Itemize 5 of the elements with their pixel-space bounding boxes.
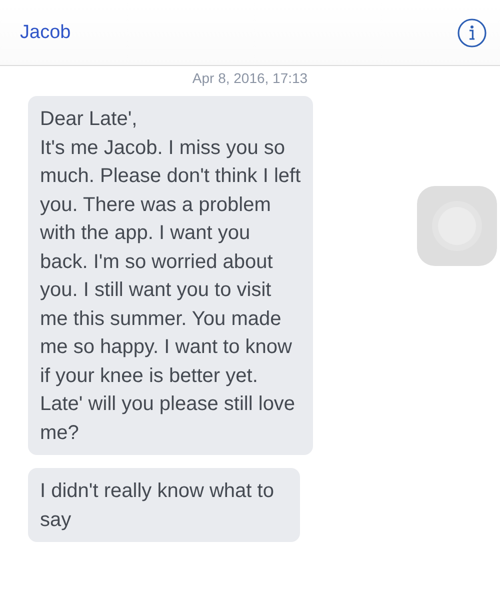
info-icon[interactable] xyxy=(457,18,487,48)
message-bubble: Dear Late', It's me Jacob. I miss you so much. Please don't think I left you. There was a problem with the app. I want you back. I'm so worried about you. I still want you to visit me this summer. You made me so happy. I want to know if your knee is better yet. Late' will you please still love me? xyxy=(28,96,313,455)
contact-name[interactable]: Jacob xyxy=(20,22,71,44)
timestamp: Apr 8, 2016, 17:13 xyxy=(191,70,309,86)
message-bubble: I didn't really know what to say xyxy=(28,468,300,542)
